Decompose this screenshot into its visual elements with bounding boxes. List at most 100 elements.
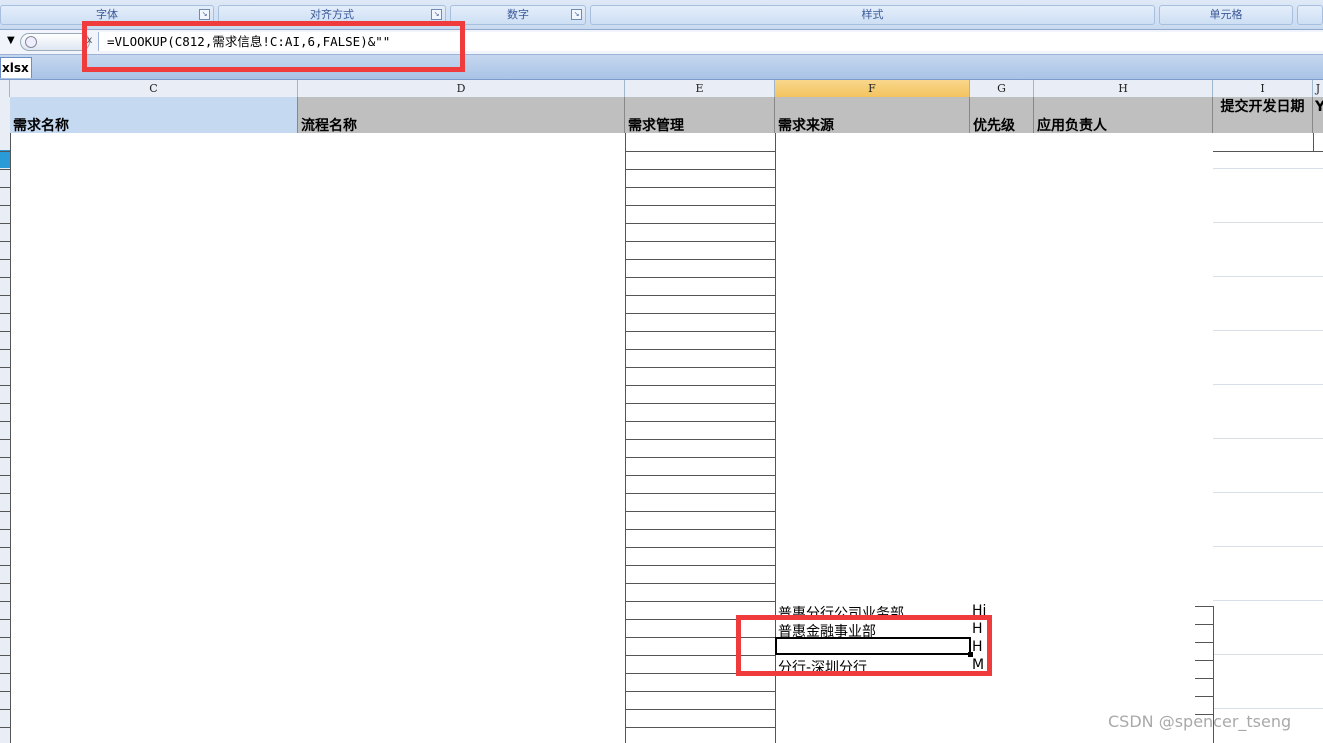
row-border — [0, 169, 10, 170]
row-border — [0, 529, 10, 530]
column-header-i[interactable]: I — [1213, 80, 1313, 97]
row-border — [0, 259, 10, 260]
dialog-launcher-icon[interactable]: ↘ — [571, 9, 582, 20]
column-headers: C D E F G H I J — [0, 80, 1323, 98]
row-border — [0, 583, 10, 584]
header-cell-f[interactable]: 需求来源 — [775, 97, 970, 133]
row-border — [0, 151, 10, 152]
row-border — [625, 727, 775, 728]
gridline — [1213, 276, 1323, 277]
row-border — [625, 691, 775, 692]
gridline — [1213, 546, 1323, 547]
header-cell-i[interactable]: 提交开发日期 — [1213, 97, 1313, 133]
row-border — [0, 475, 10, 476]
gridline — [1213, 492, 1323, 493]
gridline — [1213, 384, 1323, 385]
column-header-c[interactable]: C — [10, 80, 298, 97]
formula-bar-buttons[interactable] — [20, 33, 90, 51]
row-border — [0, 223, 10, 224]
row-border — [0, 727, 10, 728]
cells-highlight-box — [736, 615, 992, 676]
dialog-launcher-icon[interactable]: ↘ — [431, 9, 442, 20]
row-border — [0, 655, 10, 656]
row-border — [0, 439, 10, 440]
row-border — [0, 187, 10, 188]
column-header-d[interactable]: D — [298, 80, 625, 97]
gridline — [1213, 330, 1323, 331]
row-border — [625, 457, 775, 458]
row-border — [0, 403, 10, 404]
gridline — [1213, 222, 1323, 223]
row-border — [1195, 624, 1213, 625]
row-border — [0, 547, 10, 548]
workbook-tab[interactable]: xlsx — [0, 57, 32, 78]
column-header-h[interactable]: H — [1034, 80, 1213, 97]
ribbon-group-cells: 单元格 — [1159, 5, 1293, 25]
row-border — [625, 709, 775, 710]
header-cell-j[interactable]: Y — [1313, 97, 1323, 133]
row-border — [625, 241, 775, 242]
cancel-entry-icon[interactable] — [25, 36, 37, 48]
gridline — [1213, 708, 1323, 709]
row-border — [0, 421, 10, 422]
header-cell-c[interactable]: 需求名称 — [10, 97, 298, 133]
row-border — [625, 421, 775, 422]
row-border — [0, 565, 10, 566]
row-border — [0, 241, 10, 242]
row-border — [0, 385, 10, 386]
row-border — [625, 403, 775, 404]
header-cell-e[interactable]: 需求管理 — [625, 97, 775, 133]
row-border — [625, 277, 775, 278]
ribbon-group-styles: 样式 — [590, 5, 1155, 25]
header-cell-h[interactable]: 应用负责人 — [1034, 97, 1213, 133]
row-border — [0, 637, 10, 638]
row-border — [625, 583, 775, 584]
ribbon-group-editing — [1297, 5, 1323, 25]
row-border — [625, 385, 775, 386]
row-border — [625, 601, 775, 602]
row-border — [625, 547, 775, 548]
row-border — [0, 673, 10, 674]
row-border — [625, 223, 775, 224]
active-row-indicator — [0, 150, 10, 168]
gridline — [1213, 438, 1323, 439]
row-border — [0, 205, 10, 206]
row-border — [0, 277, 10, 278]
gridline — [1213, 600, 1323, 601]
row-border — [0, 511, 10, 512]
row-border — [0, 457, 10, 458]
ribbon-group-label: 样式 — [861, 8, 884, 21]
row-border — [0, 367, 10, 368]
column-header-g[interactable]: G — [970, 80, 1034, 97]
header-cell-d[interactable]: 流程名称 — [298, 97, 625, 133]
dialog-launcher-icon[interactable]: ↘ — [199, 9, 210, 20]
row-border — [0, 709, 10, 710]
row-border — [625, 367, 775, 368]
row-border — [1195, 678, 1213, 679]
cell-border — [10, 133, 11, 743]
row-border — [625, 529, 775, 530]
name-box-dropdown-icon[interactable]: ▼ — [7, 35, 15, 46]
row-border — [0, 331, 10, 332]
watermark: CSDN @spencer_tseng — [1108, 712, 1292, 731]
ribbon-group-label: 字体 — [96, 8, 118, 21]
column-header-e[interactable]: E — [625, 80, 775, 97]
cell-border — [1213, 151, 1323, 152]
ribbon-group-label: 单元格 — [1209, 8, 1243, 21]
row-border — [625, 151, 775, 152]
row-border — [1195, 660, 1213, 661]
row-border — [625, 331, 775, 332]
header-cell-g[interactable]: 优先级 — [970, 97, 1034, 133]
column-header-j[interactable]: J — [1313, 80, 1323, 97]
row-border — [625, 493, 775, 494]
row-border — [0, 313, 10, 314]
row-border — [1195, 696, 1213, 697]
cell-border — [625, 133, 626, 743]
select-all-corner[interactable] — [0, 80, 10, 97]
row-border — [1195, 642, 1213, 643]
row-border — [625, 205, 775, 206]
row-border — [625, 295, 775, 296]
row-border — [0, 601, 10, 602]
column-header-f[interactable]: F — [775, 80, 970, 97]
row-border — [0, 349, 10, 350]
